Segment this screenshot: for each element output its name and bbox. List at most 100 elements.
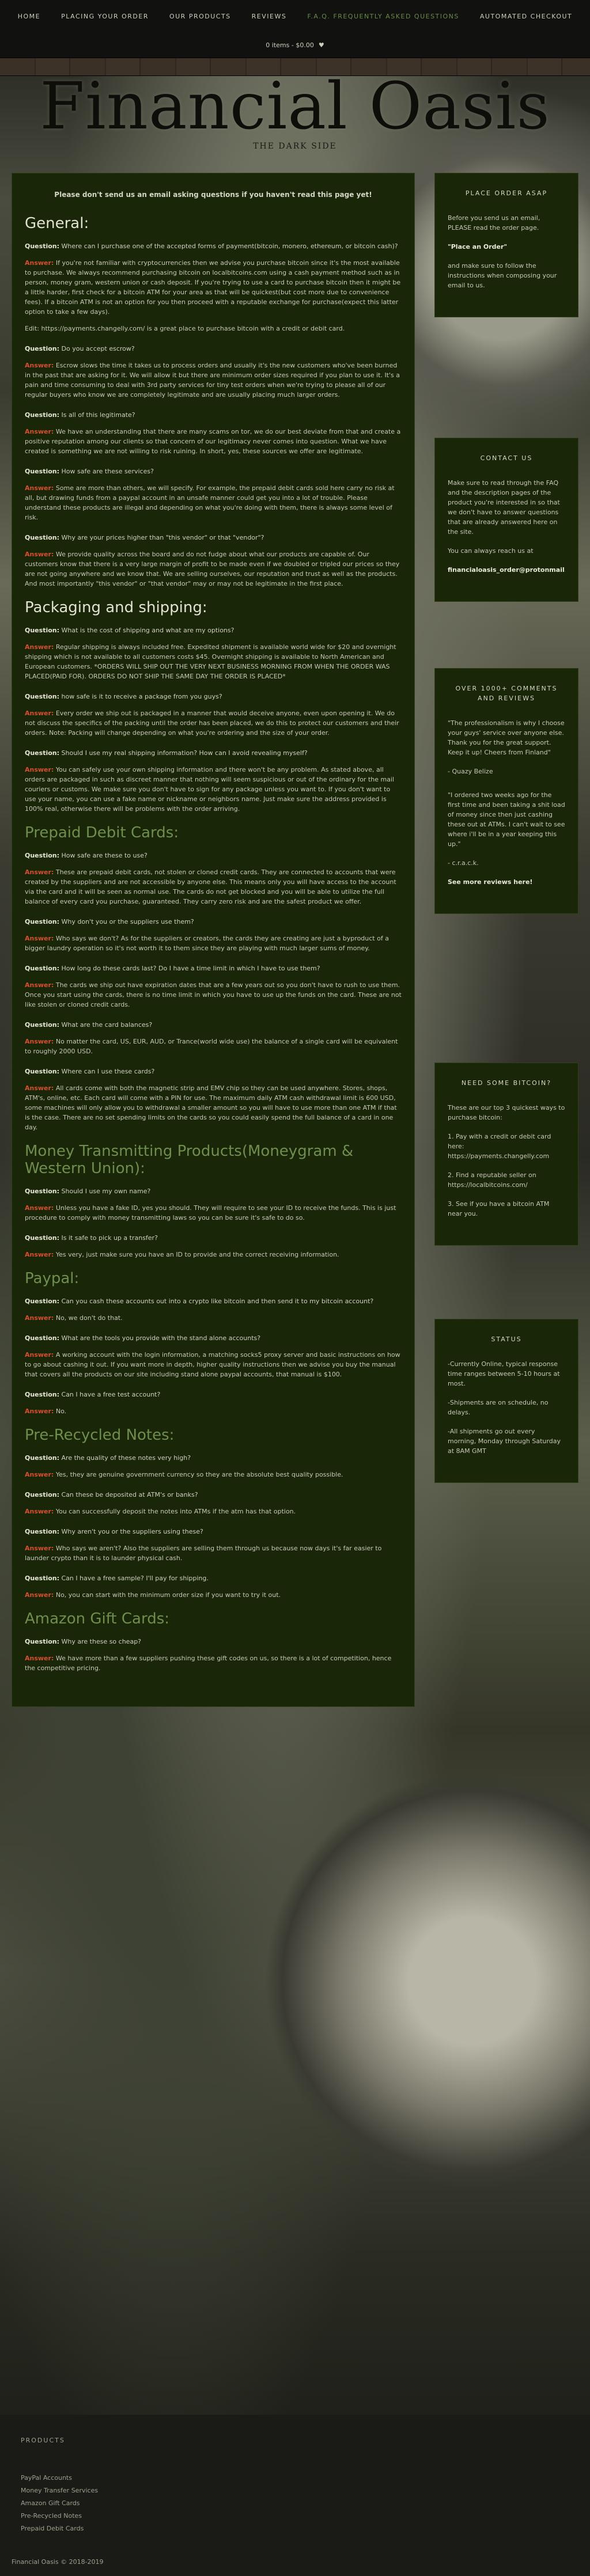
question-text: What is the cost of shipping and what ar…	[61, 627, 235, 634]
review-text: "The professionalism is why I choose you…	[448, 719, 565, 756]
widget-text: 1. Pay with a credit or debit card here:…	[448, 1133, 551, 1160]
question-text: Where can I purchase one of the accepted…	[61, 242, 398, 250]
question-label: Question:	[25, 242, 60, 250]
answer-text: If you're not familiar with cryptocurren…	[25, 259, 401, 316]
place-order-link[interactable]: "Place an Order"	[448, 243, 507, 251]
faq-question: Question: Do you accept escrow?	[25, 344, 402, 354]
widget-title: CONTACT US	[480, 454, 533, 462]
question-text: What are the tools you provide with the …	[61, 1334, 261, 1342]
answer-label: Answer:	[25, 1204, 54, 1212]
answer-text: No matter the card, US, EUR, AUD, or Tra…	[25, 1038, 398, 1055]
question-text: Why are your prices higher than "this ve…	[61, 534, 264, 541]
cart-summary[interactable]: 0 items - $0.00	[266, 41, 314, 49]
answer-text: Every order we ship out is packaged in a…	[25, 710, 399, 737]
widget-title: PLACE ORDER ASAP	[465, 189, 548, 197]
widget-text: Before you send us an email, PLEASE read…	[448, 214, 540, 232]
cart-bar[interactable]: 0 items - $0.00 ♥	[0, 32, 590, 58]
site-subtitle: THE DARK SIDE	[253, 142, 337, 151]
nav-item[interactable]: REVIEWS	[241, 13, 297, 20]
footer-link[interactable]: Pre-Recycled Notes	[21, 2510, 569, 2522]
footer-link[interactable]: Amazon Gift Cards	[21, 2497, 569, 2510]
contact-email[interactable]: financialoasis_order@protonmail.com	[448, 566, 565, 574]
answer-label: Answer:	[25, 1591, 54, 1599]
answer-label: Answer:	[25, 643, 54, 651]
cart-icon[interactable]: ♥	[319, 41, 324, 49]
question-text: Why aren't you or the suppliers using th…	[61, 1528, 203, 1535]
answer-text: A working account with the login informa…	[25, 1351, 400, 1378]
answer-text: No.	[55, 1407, 67, 1415]
answer-text: We have an understanding that there are …	[25, 428, 401, 455]
answer-label: Answer:	[25, 428, 54, 435]
question-label: Question:	[25, 1021, 60, 1029]
faq-question: Question: Is all of this legitimate?	[25, 410, 402, 420]
faq-answer: Answer: Escrow slows the time it takes u…	[25, 361, 402, 400]
footer-links: PayPal Accounts Money Transfer Services Am…	[21, 2472, 569, 2535]
notice-text: Please don't send us an email asking que…	[54, 191, 372, 199]
review-author: - c.r.a.c.k.	[448, 859, 479, 867]
nav-item[interactable]: F.A.Q. FREQUENTLY ASKED QUESTIONS	[297, 13, 470, 20]
footer-link[interactable]: Prepaid Debit Cards	[21, 2522, 569, 2535]
faq-answer: Answer: If you're not familiar with cryp…	[25, 258, 402, 333]
faq-answer: Answer: You can successfully deposit the…	[25, 1507, 402, 1516]
question-label: Question:	[25, 1188, 60, 1195]
faq-question: Question: Where can I use these cards?	[25, 1067, 402, 1076]
answer-text: You can successfully deposit the notes i…	[55, 1508, 296, 1515]
footer-link[interactable]: Money Transfer Services	[21, 2484, 569, 2497]
answer-label: Answer:	[25, 1038, 54, 1045]
review-author: - Quazy Belize	[448, 768, 493, 775]
footer-link[interactable]: PayPal Accounts	[21, 2472, 569, 2484]
widget-text: You can always reach us at	[448, 547, 534, 555]
nav-item[interactable]: AUTOMATED CHECKOUT	[470, 13, 583, 20]
section-heading: General:	[25, 215, 89, 232]
more-reviews-link[interactable]: See more reviews here!	[448, 878, 532, 886]
answer-text: We have more than a few suppliers pushin…	[25, 1655, 392, 1672]
question-label: Question:	[25, 749, 60, 757]
faq-answer: Answer: No matter the card, US, EUR, AUD…	[25, 1037, 402, 1056]
question-label: Question:	[25, 345, 60, 352]
nav-item[interactable]: OUR PRODUCTS	[159, 13, 241, 20]
faq-question: Question: What is the cost of shipping a…	[25, 625, 402, 635]
answer-label: Answer:	[25, 1471, 54, 1478]
nav-item[interactable]: PLACING YOUR ORDER	[51, 13, 159, 20]
section-heading: Pre-Recycled Notes:	[25, 1427, 175, 1444]
answer-text: We provide quality across the board and …	[25, 551, 400, 587]
faq-answer: Answer: You can safely use your own ship…	[25, 765, 402, 814]
question-label: Question:	[25, 918, 60, 925]
question-text: Should I use my real shipping informatio…	[61, 749, 308, 757]
faq-question: Question: What are the tools you provide…	[25, 1333, 402, 1343]
question-text: What are the card balances?	[61, 1021, 153, 1029]
widget-text: 3. See if you have a bitcoin ATM near yo…	[448, 1200, 550, 1217]
faq-answer: Answer: No, you can start with the minim…	[25, 1590, 402, 1600]
question-label: Question:	[25, 1491, 60, 1498]
nav-item[interactable]: HOME	[7, 13, 51, 20]
answer-label: Answer:	[25, 935, 54, 942]
answer-label: Answer:	[25, 1508, 54, 1515]
faq-question: Question: How safe are these services?	[25, 466, 402, 476]
question-text: How long do these cards last? Do I have …	[61, 965, 320, 972]
faq-answer: Answer: Yes very, just make sure you hav…	[25, 1250, 402, 1259]
site-title[interactable]: Financial Oasis	[0, 69, 590, 144]
hero-background: Financial Oasis THE DARK SIDE Please don…	[0, 58, 590, 2446]
section-heading: Money Transmitting Products(Moneygram & …	[25, 1143, 354, 1177]
question-label: Question:	[25, 1575, 60, 1582]
answer-label: Answer:	[25, 1407, 54, 1415]
answer-label: Answer:	[25, 1314, 54, 1322]
question-text: Can these be deposited at ATM's or banks…	[61, 1491, 198, 1498]
review-text: "I ordered two weeks ago for the first t…	[448, 791, 565, 848]
answer-text: Some are more than others, we will speci…	[25, 484, 395, 521]
answer-label: Answer:	[25, 868, 54, 876]
question-label: Question:	[25, 1454, 60, 1462]
answer-label: Answer:	[25, 362, 54, 369]
faq-question: Question: How safe are these to use?	[25, 851, 402, 860]
answer-label: Answer:	[25, 1084, 54, 1092]
answer-text: Unless you have a fake ID, yes you shoul…	[25, 1204, 396, 1221]
faq-question: Question: How long do these cards last? …	[25, 963, 402, 973]
widget-text: Make sure to read through the FAQ and th…	[448, 479, 560, 536]
faq-question: Question: Should I use my own name?	[25, 1186, 402, 1196]
footer: PRODUCTS PayPal Accounts Money Transfer S…	[0, 2415, 590, 2576]
answer-text: Regular shipping is always included free…	[25, 643, 396, 680]
faq-answer: Answer: We have more than a few supplier…	[25, 1653, 402, 1673]
question-text: How safe are these services?	[61, 468, 154, 475]
answer-text: Who says we don't? As for the suppliers …	[25, 935, 389, 952]
answer-text: Yes, they are genuine government currenc…	[55, 1471, 343, 1478]
